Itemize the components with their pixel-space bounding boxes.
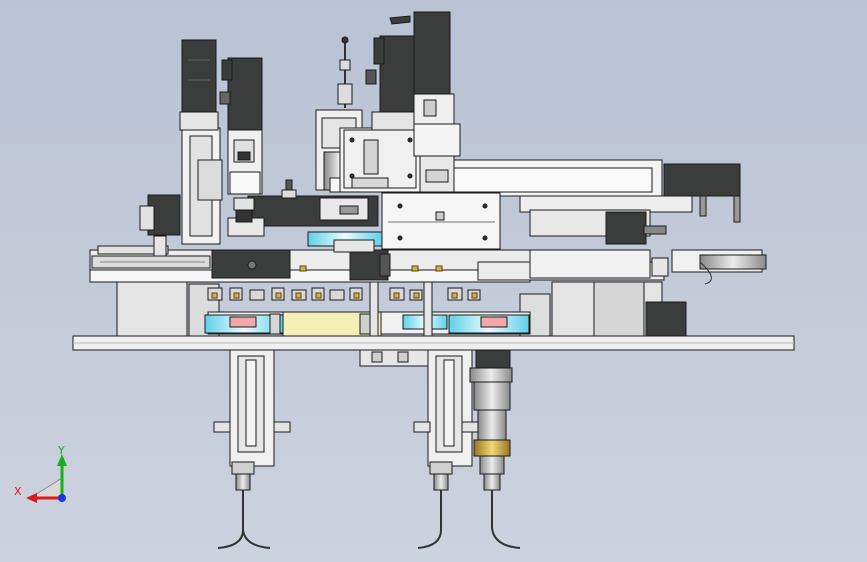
motor-right-lower: [645, 301, 687, 337]
gantry-motor: [663, 163, 741, 197]
servo-motor-3: [379, 35, 415, 115]
lower-actuator-center: [413, 349, 479, 549]
post-left: [369, 281, 379, 337]
right-cylinder: [699, 254, 767, 270]
servo-motor-2: [227, 57, 263, 131]
support-block-left: [116, 281, 188, 337]
component-row: [207, 287, 481, 301]
right-motor-block: [651, 257, 669, 277]
right-bracket-motor: [605, 211, 647, 245]
servo-motor-4: [413, 11, 451, 95]
servo-motor-1: [181, 39, 217, 115]
lower-actuator-left: [213, 349, 291, 549]
slide-carriage: [381, 192, 501, 250]
center-hub: [359, 349, 431, 367]
fixture-pink-left: [229, 316, 257, 328]
lower-spindle-right: [469, 349, 521, 549]
fixture-pink-right: [480, 316, 508, 328]
post-right: [423, 281, 433, 337]
cad-viewport[interactable]: Y X: [0, 0, 867, 562]
assembly-drawing[interactable]: [0, 0, 867, 562]
